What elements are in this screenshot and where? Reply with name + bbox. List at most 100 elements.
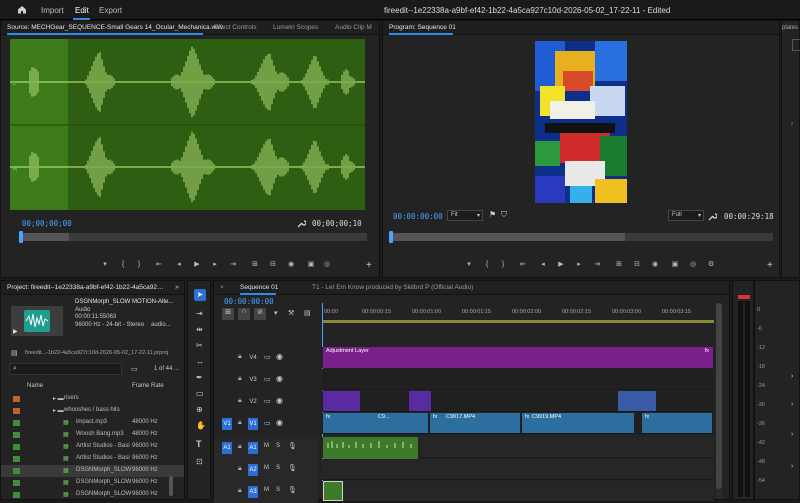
insert-sequence-icon[interactable]: ⊞ (222, 308, 234, 320)
zoom-tool-icon[interactable]: ⊕ (196, 405, 203, 414)
label-color-swatch[interactable] (13, 408, 20, 414)
safe-margins-icon[interactable]: ⚑ (489, 210, 496, 219)
mark-in-icon[interactable]: { (483, 261, 491, 269)
mark-out-icon[interactable]: } (135, 261, 143, 269)
source-patch[interactable]: V1 (222, 418, 232, 430)
settings-icon[interactable]: ⚙ (707, 261, 715, 269)
add-marker-icon[interactable]: ▾ (465, 261, 473, 269)
v1-clip[interactable]: fx (642, 413, 712, 433)
menu-import[interactable]: Import (41, 6, 64, 15)
insert-icon[interactable]: ⊞ (251, 261, 259, 269)
mark-in-icon[interactable]: { (119, 261, 127, 269)
program-zoom-handle[interactable] (389, 233, 625, 241)
audio-waveform[interactable]: L R (10, 39, 365, 210)
add-marker-icon[interactable]: ▾ (101, 261, 109, 269)
label-color-swatch[interactable] (13, 444, 20, 450)
new-bin-icon[interactable]: ▭ (131, 365, 138, 373)
chevron-right-icon[interactable]: › (791, 121, 793, 127)
tab-lumetri-scopes[interactable]: Lumetri Scopes (273, 24, 318, 31)
mute-button[interactable]: M (264, 487, 269, 493)
track-lane-a2[interactable] (322, 459, 714, 480)
button-editor-icon[interactable]: ▣ (307, 261, 315, 269)
timeline-current-timecode[interactable]: 00:00:00:00 (224, 297, 274, 306)
eye-icon[interactable]: ◉ (276, 396, 283, 405)
step-back-icon[interactable]: ◂ (539, 261, 547, 269)
program-current-timecode[interactable]: 00:00:00:00 (393, 212, 443, 221)
add-marker-icon[interactable]: ▾ (274, 309, 278, 317)
ripple-edit-tool-icon[interactable]: ⇹ (196, 325, 203, 334)
settings-icon[interactable]: ◎ (323, 261, 331, 269)
export-frame-icon[interactable]: ◉ (651, 261, 659, 269)
eye-icon[interactable]: ◉ (276, 352, 283, 361)
step-forward-icon[interactable]: ▸ (211, 261, 219, 269)
mute-button[interactable]: M (264, 465, 269, 471)
quality-dropdown[interactable]: Full ▾ (668, 210, 704, 221)
program-playhead[interactable] (389, 231, 393, 243)
column-header-name[interactable]: Name (27, 383, 43, 389)
label-color-swatch[interactable] (13, 468, 20, 474)
tab-essential-graphics[interactable]: plates (782, 25, 798, 31)
chevron-right-icon[interactable]: › (791, 373, 793, 380)
list-item[interactable]: ▦ impact.mp3 48000 Hz (1, 417, 184, 429)
label-color-swatch[interactable] (13, 492, 20, 498)
menu-export[interactable]: Export (99, 6, 122, 15)
rectangle-tool-icon[interactable]: ▭ (196, 389, 204, 398)
lock-icon[interactable]: 🔒︎ (238, 353, 242, 361)
tab-song-sequence[interactable]: T1 - Let Em Know produced by Skilbrd P (… (312, 284, 473, 291)
tab-sequence-01[interactable]: Sequence 01 (240, 284, 278, 291)
chevron-right-icon[interactable]: › (791, 463, 793, 470)
a1-audio-clip[interactable] (323, 437, 418, 459)
go-to-in-icon[interactable]: ⇤ (519, 261, 527, 269)
play-icon[interactable]: ▶ (193, 261, 201, 269)
lock-icon[interactable]: 🔒︎ (238, 375, 242, 383)
track-label[interactable]: V4 (248, 352, 258, 364)
list-item[interactable]: ▦ Artlist Studios - Basi 96000 Hz (1, 441, 184, 453)
extract-icon[interactable]: ⊟ (633, 261, 641, 269)
lock-icon[interactable]: 🔒︎ (238, 487, 242, 495)
project-search-box[interactable]: ⌕ (9, 363, 122, 375)
v1-clip[interactable]: fx C9... (323, 413, 428, 433)
label-color-swatch[interactable] (13, 456, 20, 462)
microphone-icon[interactable]: 🎙︎ (288, 464, 297, 472)
go-to-in-icon[interactable]: ⇤ (155, 261, 163, 269)
step-back-icon[interactable]: ◂ (175, 261, 183, 269)
captions-icon[interactable]: ▤ (304, 309, 311, 317)
home-icon[interactable] (17, 5, 27, 14)
track-label[interactable]: A1 (248, 442, 258, 454)
adjustment-layer-clip[interactable]: Adjustment Layer fx (323, 347, 713, 368)
go-to-out-icon[interactable]: ⇥ (593, 261, 601, 269)
mute-button[interactable]: M (264, 443, 269, 449)
preview-play-icon[interactable]: ▶ (13, 328, 18, 335)
vr-icon[interactable]: ◎ (689, 261, 697, 269)
snap-icon[interactable]: ∩ (238, 308, 250, 320)
overwrite-icon[interactable]: ⊟ (269, 261, 277, 269)
sync-lock-icon[interactable]: ▭ (264, 397, 271, 405)
track-lane-a3[interactable] (322, 481, 714, 502)
track-label[interactable]: V3 (248, 374, 258, 386)
lock-icon[interactable]: 🔒︎ (238, 443, 242, 451)
chevron-right-icon[interactable]: › (791, 431, 793, 438)
column-header-frame-rate[interactable]: Frame Rate (132, 383, 164, 389)
close-icon[interactable]: × (220, 284, 224, 291)
v2-clip[interactable] (618, 391, 656, 411)
timeline-vertical-scrollbar[interactable] (716, 303, 722, 499)
tab-program[interactable]: Program: Sequence 01 (389, 24, 456, 31)
lift-icon[interactable]: ⊞ (615, 261, 623, 269)
track-label[interactable]: A3 (248, 486, 258, 498)
linked-selection-icon[interactable]: ⊘ (254, 308, 266, 320)
track-lane-v3[interactable] (322, 369, 714, 390)
timeline-ruler[interactable]: 00:00 00:00:00:15 00:00:01:00 00:00:01:15 00… (322, 303, 714, 323)
scroll-thumb[interactable] (716, 303, 722, 489)
work-area-bar[interactable] (322, 320, 714, 323)
project-search-input[interactable] (22, 365, 118, 374)
sync-lock-icon[interactable]: ▭ (264, 419, 271, 427)
list-item[interactable]: ▦ Woosh Bang.mp3 48000 Hz (1, 429, 184, 441)
list-item[interactable]: ▦ DSGNMorph_SLOW 96000 Hz (1, 489, 184, 501)
type-tool-icon[interactable]: T (196, 439, 202, 449)
go-to-out-icon[interactable]: ⇥ (229, 261, 237, 269)
v2-clip[interactable] (323, 391, 360, 411)
v1-clip[interactable]: fx C9919.MP4 (522, 413, 634, 433)
solo-button[interactable]: S (276, 443, 280, 449)
list-item[interactable]: ▦ DSGNMorph_SLOW 96000 Hz (1, 465, 184, 477)
track-label[interactable]: V1 (248, 418, 258, 430)
